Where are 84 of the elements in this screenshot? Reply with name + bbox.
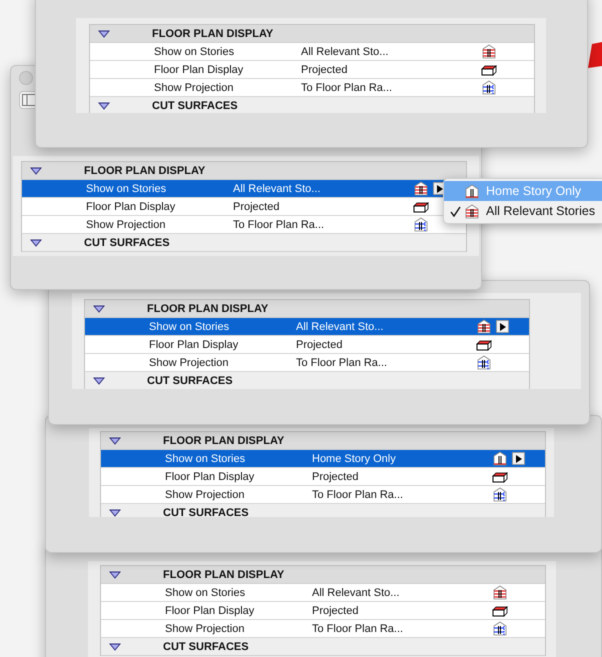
disclosure-triangle-icon[interactable]: [98, 30, 110, 38]
setting-value: All Relevant Sto...: [296, 320, 384, 332]
setting-value: To Floor Plan Ra...: [301, 82, 394, 94]
setting-value: All Relevant Sto...: [233, 182, 322, 194]
setting-value: To Floor Plan Ra...: [233, 218, 326, 230]
section-title: CUT SURFACES: [84, 236, 170, 248]
setting-value: To Floor Plan Ra...: [296, 356, 388, 368]
table-row[interactable]: Show Projection To Floor Plan Ra...: [101, 620, 545, 638]
section-title: CUT SURFACES: [152, 100, 238, 112]
house-stories-icon: [464, 184, 480, 198]
section-title: FLOOR PLAN DISPLAY: [147, 302, 268, 314]
section-title: FLOOR PLAN DISPLAY: [163, 568, 284, 580]
play-arrow-icon: [436, 184, 442, 192]
house-projection-icon: [492, 487, 508, 502]
section-title: CUT SURFACES: [163, 506, 249, 517]
setting-value: Projected: [312, 470, 360, 482]
setting-label: Show Projection: [154, 82, 234, 94]
menu-item-label: Home Story Only: [486, 184, 582, 198]
setting-label: Show on Stories: [86, 182, 168, 194]
setting-value: Projected: [233, 200, 280, 212]
house-projection-icon: [492, 621, 508, 636]
box-icon: [413, 199, 429, 214]
setting-label: Show on Stories: [154, 46, 236, 58]
setting-label: Floor Plan Display: [154, 64, 244, 76]
table-row[interactable]: Show on Stories Home Story Only: [101, 450, 545, 468]
setting-value: All Relevant Sto...: [312, 586, 400, 598]
disclosure-triangle-icon[interactable]: [30, 166, 42, 174]
disclosure-triangle-icon[interactable]: [30, 238, 42, 246]
house-stories-icon: [464, 204, 480, 218]
disclosure-triangle-icon[interactable]: [109, 436, 121, 444]
house-projection-icon: [476, 355, 492, 370]
box-icon: [492, 469, 508, 484]
section-title: FLOOR PLAN DISPLAY: [84, 164, 206, 176]
house-stories-icon: [492, 585, 508, 600]
setting-label: Show on Stories: [149, 320, 230, 332]
table-row[interactable]: Show Projection To Floor Plan Ra...: [101, 486, 545, 504]
house-projection-icon: [481, 80, 497, 95]
table-row[interactable]: Show Projection To Floor Plan Ra...: [22, 216, 466, 234]
house-stories-icon: [413, 181, 429, 196]
setting-value: To Floor Plan Ra...: [312, 622, 404, 634]
table-row[interactable]: Show on Stories All Relevant Sto...: [90, 43, 534, 61]
table-row[interactable]: Show on Stories All Relevant Sto...: [85, 318, 529, 336]
setting-value: All Relevant Sto...: [301, 46, 390, 58]
setting-value: Projected: [296, 338, 344, 350]
popup-arrow-button[interactable]: [512, 452, 525, 465]
house-stories-icon: [492, 451, 508, 466]
popup-arrow-button[interactable]: [496, 320, 509, 333]
play-arrow-icon: [516, 454, 522, 462]
setting-label: Floor Plan Display: [165, 604, 256, 616]
setting-label: Floor Plan Display: [165, 470, 256, 482]
setting-label: Floor Plan Display: [149, 338, 240, 350]
setting-label: Show on Stories: [165, 586, 246, 598]
section-title: CUT SURFACES: [147, 374, 233, 386]
section-title: FLOOR PLAN DISPLAY: [163, 434, 284, 446]
play-arrow-icon: [500, 322, 506, 330]
disclosure-triangle-icon[interactable]: [109, 570, 121, 578]
setting-label: Floor Plan Display: [86, 200, 176, 212]
section-title: FLOOR PLAN DISPLAY: [152, 28, 274, 40]
box-icon: [481, 62, 497, 77]
setting-label: Show Projection: [165, 488, 246, 500]
setting-label: Show Projection: [86, 218, 166, 230]
disclosure-triangle-icon[interactable]: [93, 304, 105, 312]
house-projection-icon: [413, 217, 429, 232]
setting-label: Show Projection: [165, 622, 246, 634]
table-row[interactable]: Show Projection To Floor Plan Ra...: [90, 79, 534, 97]
setting-value: Home Story Only: [312, 452, 397, 464]
house-stories-icon: [476, 319, 492, 334]
box-icon: [476, 337, 492, 352]
table-row[interactable]: Show Projection To Floor Plan Ra...: [85, 354, 529, 372]
setting-label: Show on Stories: [165, 452, 246, 464]
disclosure-triangle-icon[interactable]: [109, 508, 121, 516]
setting-value: Projected: [301, 64, 348, 76]
section-title: CUT SURFACES: [163, 640, 249, 652]
setting-value: To Floor Plan Ra...: [312, 488, 404, 500]
sidebar-icon: [22, 94, 38, 106]
menu-item-label: All Relevant Stories: [486, 204, 596, 218]
box-icon: [492, 603, 508, 618]
setting-label: Show Projection: [149, 356, 230, 368]
setting-value: Projected: [312, 604, 360, 616]
disclosure-triangle-icon[interactable]: [109, 642, 121, 650]
disclosure-triangle-icon[interactable]: [98, 102, 110, 110]
table-row[interactable]: Show on Stories All Relevant Sto...: [101, 584, 545, 602]
house-stories-icon: [481, 44, 497, 59]
disclosure-triangle-icon[interactable]: [93, 376, 105, 384]
